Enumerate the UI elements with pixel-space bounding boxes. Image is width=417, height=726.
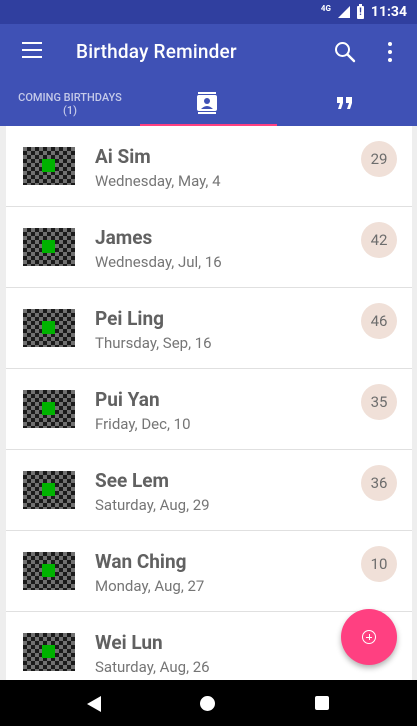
avatar [23, 309, 75, 347]
list-item[interactable]: See Lem Saturday, Aug, 29 36 [6, 450, 412, 531]
list-item[interactable]: Pui Yan Friday, Dec, 10 35 [6, 369, 412, 450]
age-badge: 10 [361, 546, 397, 582]
status-bar: 4G 11:34 [0, 0, 417, 24]
age-badge: 35 [361, 384, 397, 420]
contact-name: Ai Sim [95, 145, 151, 168]
recent-apps-icon[interactable] [315, 696, 329, 710]
contact-name: Pei Ling [95, 307, 164, 330]
home-icon[interactable] [200, 696, 215, 711]
avatar [23, 228, 75, 266]
list-item[interactable]: Pei Ling Thursday, Sep, 16 46 [6, 288, 412, 369]
avatar [23, 390, 75, 428]
list-item[interactable]: Ai Sim Wednesday, May, 4 29 [6, 126, 412, 207]
add-birthday-button[interactable] [341, 609, 397, 665]
contact-name: See Lem [95, 469, 169, 492]
clock: 11:34 [370, 4, 407, 20]
network-type: 4G [320, 3, 331, 13]
quote-icon [337, 97, 352, 109]
list-item[interactable]: James Wednesday, Jul, 16 42 [6, 207, 412, 288]
age-badge: 36 [361, 465, 397, 501]
tab-quotes[interactable] [277, 80, 417, 126]
birthday-date: Saturday, Aug, 29 [95, 496, 210, 514]
tab-coming-count: (1) [63, 104, 77, 117]
back-icon[interactable] [87, 696, 101, 712]
age-badge: 29 [361, 141, 397, 177]
birthday-date: Wednesday, May, 4 [95, 172, 221, 190]
system-nav-bar [0, 680, 417, 726]
app-title: Birthday Reminder [76, 40, 237, 63]
tab-bar: COMING BIRTHDAYS (1) [0, 80, 417, 126]
avatar [23, 633, 75, 671]
age-badge: 42 [361, 222, 397, 258]
birthday-date: Wednesday, Jul, 16 [95, 253, 222, 271]
avatar [23, 471, 75, 509]
app-toolbar: Birthday Reminder [0, 24, 417, 80]
tab-coming-label: COMING BIRTHDAYS [18, 91, 122, 104]
avatar [23, 552, 75, 590]
search-icon[interactable] [333, 40, 357, 64]
birthday-date: Friday, Dec, 10 [95, 415, 191, 433]
battery-icon [356, 3, 364, 19]
more-options-icon[interactable] [384, 40, 396, 64]
birthday-date: Thursday, Sep, 16 [95, 334, 212, 352]
contact-name: Wei Lun [95, 631, 163, 654]
tab-coming-birthdays[interactable]: COMING BIRTHDAYS (1) [0, 80, 140, 126]
contact-name: Wan Ching [95, 550, 187, 573]
list-item[interactable]: Wan Ching Monday, Aug, 27 10 [6, 531, 412, 612]
add-icon [362, 630, 376, 644]
contact-card-icon [197, 92, 217, 114]
signal-icon [337, 6, 350, 18]
birthday-date: Saturday, Aug, 26 [95, 658, 210, 676]
tab-contacts[interactable] [140, 80, 277, 126]
age-badge: 46 [361, 303, 397, 339]
contact-name: James [95, 226, 153, 249]
contact-name: Pui Yan [95, 388, 160, 411]
avatar [23, 147, 75, 185]
birthday-date: Monday, Aug, 27 [95, 577, 205, 595]
birthday-list[interactable]: Ai Sim Wednesday, May, 4 29 James Wednes… [6, 126, 412, 680]
menu-icon[interactable] [22, 42, 42, 58]
